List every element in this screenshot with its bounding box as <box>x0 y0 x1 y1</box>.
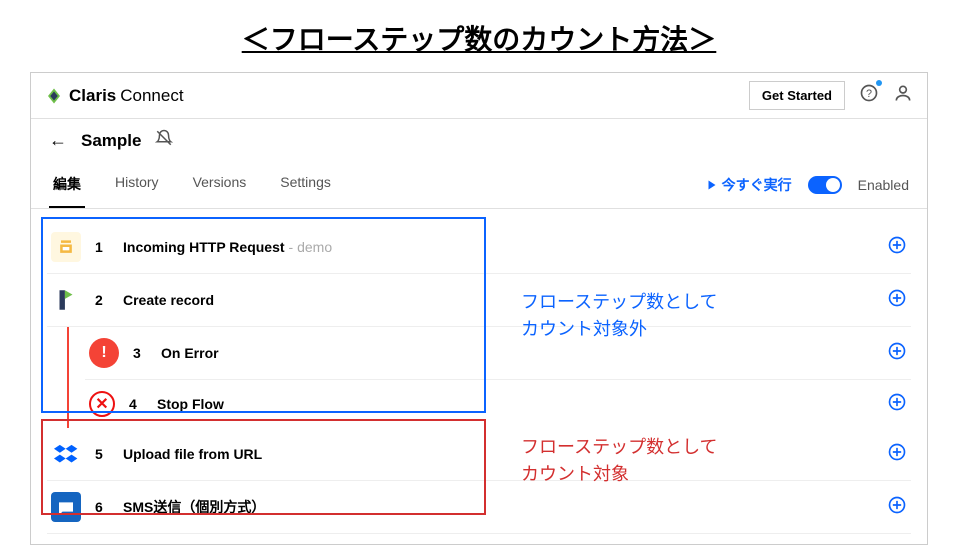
flow-step-row[interactable]: 1 Incoming HTTP Request- demo <box>47 221 911 274</box>
tab-history[interactable]: History <box>111 162 163 208</box>
top-bar: ClarisConnect Get Started ? <box>31 73 927 119</box>
add-step-button[interactable] <box>887 495 907 520</box>
flow-step-row[interactable]: 6 SMS送信（個別方式） <box>47 481 911 534</box>
tabs-row: 編集 History Versions Settings 今すぐ実行 Enabl… <box>31 162 927 209</box>
back-arrow-icon[interactable]: ← <box>49 130 67 151</box>
sms-icon <box>51 492 81 522</box>
help-icon[interactable]: ? <box>859 83 879 108</box>
step-title: Create record <box>123 292 214 308</box>
stop-icon: ✕ <box>89 391 115 417</box>
get-started-button[interactable]: Get Started <box>749 81 845 110</box>
notification-dot-icon <box>876 80 882 86</box>
flow-body: 1 Incoming HTTP Request- demo 2 Create r… <box>31 209 927 544</box>
step-meta: - demo <box>289 239 333 255</box>
plus-circle-icon <box>887 495 907 515</box>
flow-step-row[interactable]: 5 Upload file from URL <box>47 428 911 481</box>
flow-name: Sample <box>81 131 141 151</box>
step-title: On Error <box>161 345 219 361</box>
tab-edit[interactable]: 編集 <box>49 162 85 208</box>
plus-circle-icon <box>887 235 907 255</box>
step-number: 5 <box>95 446 109 462</box>
plus-circle-icon <box>887 341 907 361</box>
notifications-off-icon[interactable] <box>155 129 173 152</box>
play-icon <box>706 179 718 191</box>
filemaker-icon <box>51 285 81 315</box>
brand-name: Claris <box>69 86 116 106</box>
user-icon[interactable] <box>893 83 913 108</box>
http-request-icon <box>51 232 81 262</box>
add-step-button[interactable] <box>887 392 907 417</box>
plus-circle-icon <box>887 392 907 412</box>
plus-circle-icon <box>887 288 907 308</box>
plus-circle-icon <box>887 442 907 462</box>
flow-step-row[interactable]: ✕ 4 Stop Flow <box>85 380 911 428</box>
add-step-button[interactable] <box>887 442 907 467</box>
step-number: 3 <box>133 345 147 361</box>
claris-logo-icon <box>45 87 63 105</box>
enabled-label: Enabled <box>858 177 909 193</box>
step-number: 1 <box>95 239 109 255</box>
step-number: 2 <box>95 292 109 308</box>
flow-step-row[interactable]: 2 Create record <box>47 274 911 327</box>
page-title: ＜フローステップ数のカウント方法＞ <box>0 0 958 72</box>
dropbox-icon <box>51 439 81 469</box>
step-title: Upload file from URL <box>123 446 262 462</box>
run-now-label: 今すぐ実行 <box>722 175 792 195</box>
flow-step-row[interactable]: ! 3 On Error <box>85 327 911 380</box>
top-right-actions: Get Started ? <box>749 81 913 110</box>
sub-bar: ← Sample <box>31 119 927 162</box>
tabs-right: 今すぐ実行 Enabled <box>706 175 909 195</box>
error-icon: ! <box>89 338 119 368</box>
step-number: 6 <box>95 499 109 515</box>
tab-versions[interactable]: Versions <box>189 162 251 208</box>
step-title: SMS送信（個別方式） <box>123 497 265 517</box>
annotation-blue: フローステップ数として カウント対象外 <box>521 289 718 343</box>
enabled-toggle[interactable] <box>808 176 842 194</box>
step-number: 4 <box>129 396 143 412</box>
brand: ClarisConnect <box>45 86 184 106</box>
add-step-button[interactable] <box>887 288 907 313</box>
add-step-button[interactable] <box>887 235 907 260</box>
svg-text:?: ? <box>866 88 872 100</box>
brand-sub: Connect <box>120 86 183 106</box>
tabs: 編集 History Versions Settings <box>49 162 335 208</box>
run-now-button[interactable]: 今すぐ実行 <box>706 175 792 195</box>
step-title: Stop Flow <box>157 396 224 412</box>
annotation-red: フローステップ数として カウント対象 <box>521 434 718 488</box>
add-step-button[interactable] <box>887 341 907 366</box>
app-window: ClarisConnect Get Started ? ← Sample 編集 … <box>30 72 928 545</box>
step-title: Incoming HTTP Request- demo <box>123 239 332 255</box>
tab-settings[interactable]: Settings <box>276 162 335 208</box>
error-branch: ! 3 On Error ✕ 4 Stop Flow <box>67 327 911 428</box>
